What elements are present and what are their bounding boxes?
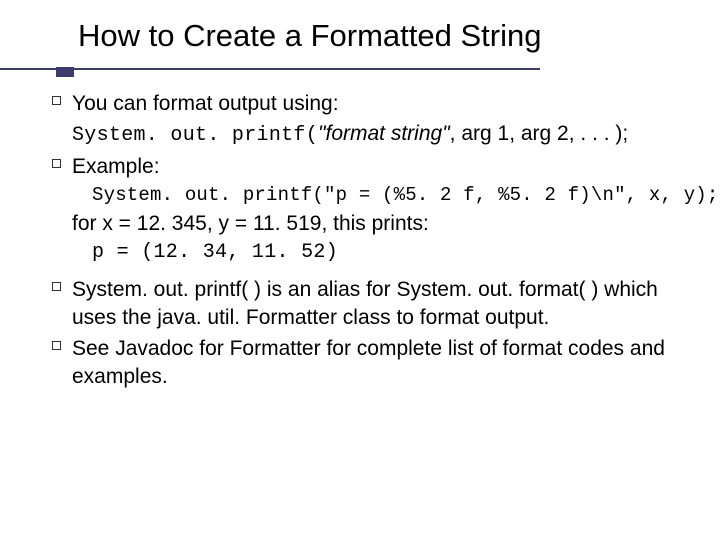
list-item: Example: System. out. printf("p = (%5. 2… (72, 153, 676, 266)
square-bullet-icon (52, 96, 61, 105)
square-bullet-icon (52, 159, 61, 168)
code-text: System. out. printf( (72, 124, 318, 147)
square-bullet-icon (52, 282, 61, 291)
slide-body: You can format output using: System. out… (0, 90, 720, 391)
body-text: You can format output using: (72, 92, 339, 115)
body-text: for x = 12. 345, y = 11. 519, this print… (72, 210, 676, 238)
body-text: , arg 1, arg 2, . . . ); (450, 122, 629, 145)
list-item: See Javadoc for Formatter for complete l… (72, 335, 676, 390)
list-item: System. out. printf( ) is an alias for S… (72, 276, 676, 331)
square-bullet-icon (52, 341, 61, 350)
code-italic: "format string" (318, 122, 450, 145)
body-text: Example: (72, 155, 160, 178)
list-item: You can format output using: System. out… (72, 90, 676, 149)
code-text: System. out. printf("p = (%5. 2 f, %5. 2… (92, 183, 676, 208)
body-text: See Javadoc for Formatter for complete l… (72, 337, 665, 388)
body-text: System. out. printf( ) is an alias for S… (72, 278, 658, 329)
code-output: p = (12. 34, 11. 52) (92, 240, 676, 266)
slide-title: How to Create a Formatted String (0, 0, 720, 68)
